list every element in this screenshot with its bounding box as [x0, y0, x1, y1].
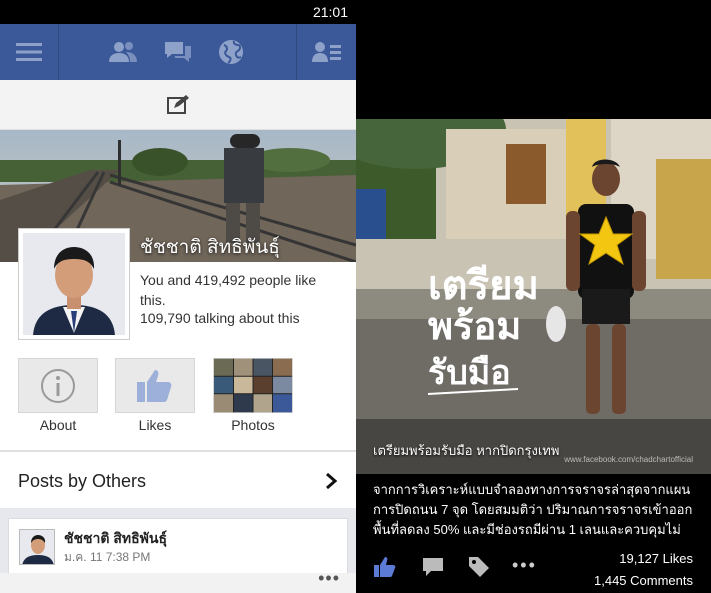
avatar	[23, 233, 125, 335]
photos-tile[interactable]	[213, 358, 293, 413]
page-likes-count: You and 419,492 people like this.	[140, 272, 317, 308]
menu-icon	[16, 43, 42, 61]
status-time: 21:01	[312, 4, 348, 20]
info-icon	[41, 368, 75, 403]
facebook-page-view: 21:01 ชัชชาติ สิทธิพันธุ์ You and 419,49…	[0, 0, 356, 593]
photo-description: จากการวิเคราะห์แบบจำลองทางการจราจรล่าสุด…	[373, 480, 703, 540]
more-options-button[interactable]: •••	[512, 555, 537, 576]
about-tile[interactable]	[18, 358, 98, 413]
messages-icon	[165, 42, 191, 62]
comment-icon[interactable]	[422, 556, 444, 578]
status-bar: 21:01	[0, 0, 356, 24]
top-nav-bar	[0, 24, 356, 80]
description-line: พื้นที่ลดลง 50% และมีช่องรถมีผ่าน 1 เลนแ…	[373, 522, 681, 537]
friends-icon	[109, 42, 137, 62]
photo-content: เตรียม พร้อม รับมือ	[356, 119, 711, 474]
photos-label[interactable]: Photos	[213, 417, 293, 433]
thumbs-up-icon	[137, 369, 172, 402]
likes-tile[interactable]	[115, 358, 195, 413]
globe-icon	[219, 40, 243, 64]
comments-count[interactable]: 1,445 Comments	[594, 570, 693, 592]
photo-viewer: เตรียม พร้อม รับมือ เตรียมพร้อมรับมือ หา…	[356, 0, 711, 593]
messages-button[interactable]	[155, 24, 201, 80]
photos-grid-icon	[214, 358, 292, 413]
photo-caption: เตรียมพร้อมรับมือ หากปิดกรุงเทพ	[373, 443, 560, 458]
compose-icon[interactable]	[166, 94, 190, 115]
description-line: การปิดถนน 7 จุด โดยสมมติว่า ปริมาณการจรา…	[373, 502, 693, 517]
photo-watermark: www.facebook.com/chadchartofficial	[564, 455, 693, 464]
like-icon[interactable]	[373, 556, 397, 578]
page-title: ชัชชาติ สิทธิพันธุ์	[140, 237, 280, 258]
about-label[interactable]: About	[18, 417, 98, 433]
friend-requests-icon	[311, 42, 341, 62]
photo-stats: 19,127 Likes 1,445 Comments	[594, 548, 693, 592]
compose-bar	[0, 80, 356, 130]
post-timestamp: ม.ค. 11 7:38 PM	[64, 550, 151, 564]
post-author[interactable]: ชัชชาติ สิทธิพันธุ์	[64, 528, 167, 550]
talking-about-count: 109,790 talking about this	[140, 310, 300, 326]
section-divider	[0, 450, 356, 452]
likes-count[interactable]: 19,127 Likes	[594, 548, 693, 570]
chevron-right-icon[interactable]	[324, 472, 338, 490]
menu-button[interactable]	[0, 24, 58, 80]
friends-button[interactable]	[100, 24, 146, 80]
description-line: จากการวิเคราะห์แบบจำลองทางการจราจรล่าสุด…	[373, 482, 691, 497]
list-item[interactable]: ชัชชาติ สิทธิพันธุ์ ม.ค. 11 7:38 PM	[8, 518, 348, 578]
notifications-button[interactable]	[208, 24, 254, 80]
likes-label[interactable]: Likes	[115, 417, 195, 433]
image-text-line-2: พร้อม	[428, 304, 521, 348]
image-text-line-3: รับมือ	[428, 353, 511, 393]
posts-by-others-header[interactable]: Posts by Others	[18, 471, 146, 492]
app-bar	[0, 573, 356, 593]
photo-image[interactable]: เตรียม พร้อม รับมือ	[356, 119, 711, 474]
tag-icon[interactable]	[468, 556, 490, 578]
avatar	[19, 529, 55, 565]
image-text-line-1: เตรียม	[428, 263, 539, 309]
friend-requests-button[interactable]	[297, 24, 356, 80]
profile-picture[interactable]	[18, 228, 130, 340]
more-options-button[interactable]: •••	[318, 568, 340, 589]
